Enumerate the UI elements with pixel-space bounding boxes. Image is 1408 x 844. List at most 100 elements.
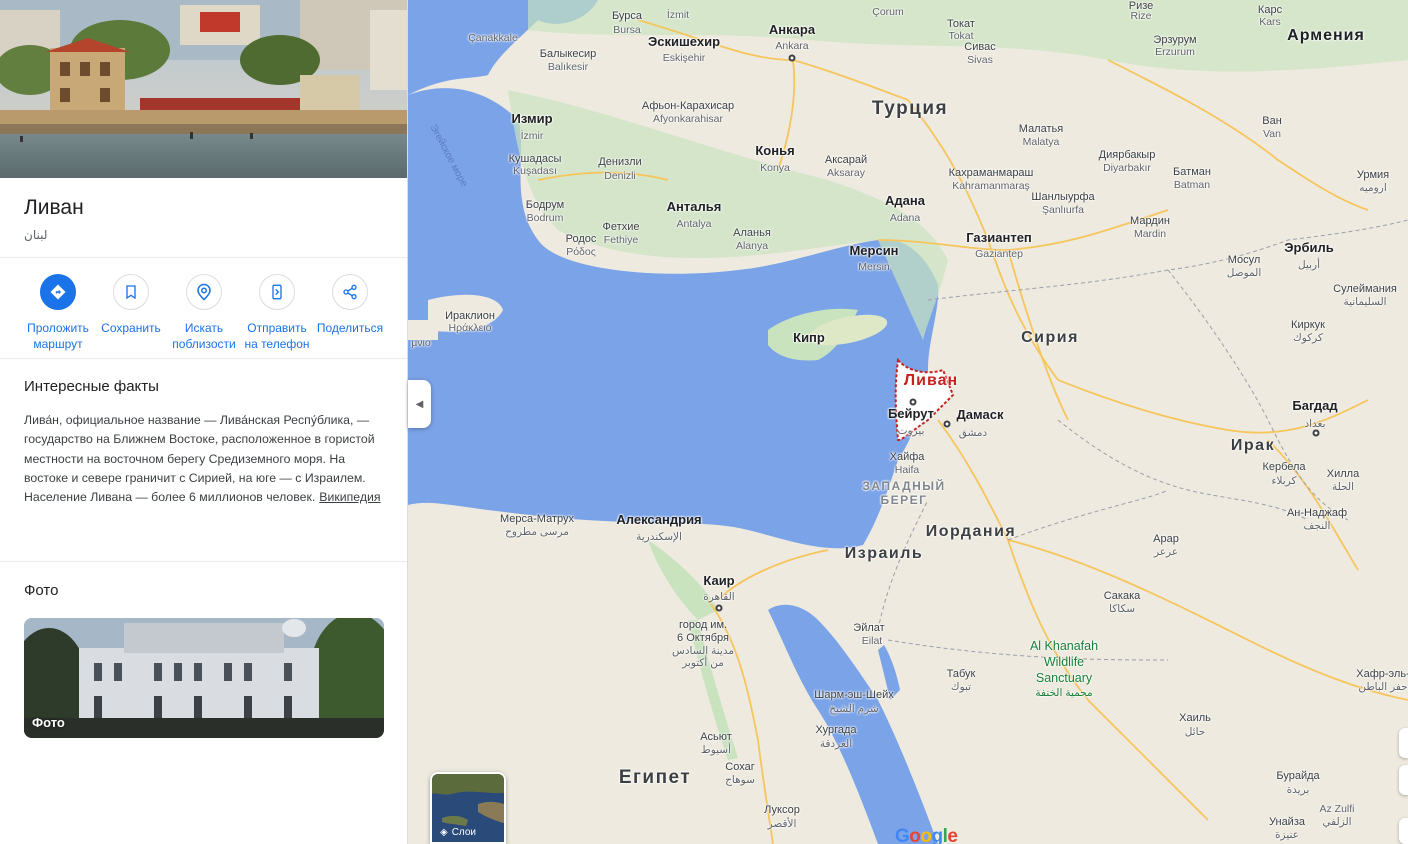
map-label-urmia: ارومیه	[1359, 182, 1387, 194]
map-label-afyon: Afyonkarahisar	[652, 113, 724, 125]
map-label-october-ar-2: من أكتوبر	[682, 657, 724, 669]
map-label-adana: Адана	[885, 193, 925, 208]
map-label-rize: Rize	[1130, 10, 1152, 22]
facts-section: Интересные факты Лива́н, официальное наз…	[0, 360, 407, 562]
save-button[interactable]: Сохранить	[94, 274, 168, 336]
map-label-bursa: Бурса	[611, 10, 643, 22]
layers-button[interactable]: ◈ Слои	[430, 772, 506, 844]
map-label-heraklion-ru: Ираклион	[445, 310, 495, 322]
directions-button[interactable]: Проложить маршрут	[21, 274, 95, 352]
map-label-mersin-en: Mersin	[858, 261, 890, 273]
map-label-eskisehir: Эскишехир	[647, 34, 721, 49]
map-label-unayzah: عنيزة	[1275, 829, 1299, 841]
map-label-sanliurfa-ru: Шанлыурфа	[1031, 191, 1095, 203]
map-label-haifa-ru: Хайфа	[889, 451, 925, 463]
nearby-button[interactable]: Искать поблизости	[167, 274, 241, 352]
map-label-diyarbakir-ru: Диярбакыр	[1098, 149, 1156, 161]
map-label-damascus: Дамаск	[956, 407, 1004, 422]
map-control-right-1[interactable]	[1399, 728, 1408, 758]
map-label-sanliurfa: Şanlıurfa	[1041, 204, 1085, 216]
map-label-eilat-ru: Эйлат	[853, 622, 885, 634]
map-label-park-2: Wildlife	[1043, 655, 1085, 669]
map-control-right-2[interactable]	[1399, 765, 1408, 795]
map-label-sohag-ru: Сохаг	[725, 761, 755, 773]
map-label-mosul-ru: Мосул	[1227, 254, 1261, 266]
map-label-alanya-ru: Аланья	[733, 227, 771, 239]
map-label-erbil-ar: أربيل	[1297, 259, 1321, 271]
map-label-bodrum: Bodrum	[526, 212, 564, 224]
photo-card[interactable]: Фото	[24, 618, 384, 738]
map-dot-damascus	[943, 420, 951, 428]
share-button[interactable]: Поделиться	[313, 274, 387, 336]
map-label-antalya-en: Antalya	[676, 218, 712, 230]
map-control-right-3[interactable]	[1399, 818, 1408, 844]
map-label-hafar-ru: Хафр-эль-	[1356, 668, 1408, 680]
place-subtitle: لبنان	[24, 228, 48, 242]
map-label-hafar: حفر الباطن	[1358, 681, 1408, 693]
map-label-balikesir-ru: Балыкесир	[539, 48, 597, 60]
map-label-tabuk-ru: Табук	[946, 668, 976, 680]
map-label-israel: Израиль	[844, 545, 924, 562]
map-label-van: Van	[1263, 128, 1281, 140]
map-label-malatya: Malatya	[1022, 136, 1060, 148]
map-label-luxor-ru: Луксор	[764, 804, 800, 816]
map-label-ankara-en: Ankara	[775, 40, 809, 52]
wikipedia-link[interactable]: Википедия	[319, 490, 380, 504]
directions-label: Проложить маршрут	[27, 321, 89, 351]
nearby-icon	[186, 274, 222, 310]
map-label-baghdad: Багдад	[1292, 398, 1338, 413]
map-label-damascus-ar: دمشق	[958, 427, 988, 439]
map-label-balikesir: Balıkesir	[547, 61, 589, 73]
map-label-konya-en: Konya	[760, 162, 790, 174]
action-bar: Проложить маршрут Сохранить Искать побли…	[0, 258, 407, 359]
map-label-alexandria-ar: الإسكندرية	[636, 531, 682, 543]
map-label-konya: Конья	[755, 143, 795, 158]
map-dot-ankara	[788, 54, 796, 62]
map-label-sakaka: سكاكا	[1109, 603, 1135, 615]
map-label-west-bank-1: ЗАПАДНЫЙ	[862, 479, 946, 493]
map-label-azzulfi-ar: الزلفي	[1322, 816, 1352, 828]
send-to-phone-button[interactable]: Отправить на телефон	[240, 274, 314, 352]
map-label-egypt: Египет	[618, 767, 692, 788]
hero-photo[interactable]	[0, 0, 407, 178]
map-dot-beirut	[909, 398, 917, 406]
share-icon	[332, 274, 368, 310]
map-label-gaziantep: Газиантеп	[966, 230, 1032, 245]
map-label-sharm-ru: Шарм-эш-Шейх	[814, 689, 894, 701]
map-label-eilat: Eilat	[861, 635, 883, 647]
map-label-aksaray-ru: Аксарай	[824, 154, 868, 166]
place-panel: Ливан لبنان Проложить маршрут Сохранить …	[0, 0, 408, 844]
map-canvas[interactable]: Бурса Bursa İzmit Эскишехир Eskişehir Ан…	[408, 0, 1408, 844]
map-label-park-3: Sanctuary	[1035, 671, 1093, 685]
map-label-hilla-ru: Хилла	[1326, 468, 1360, 480]
map-label-malatya-ru: Малатья	[1018, 123, 1064, 135]
map-label-antalya: Анталья	[666, 199, 722, 214]
map-label-sharm: شرم الشيخ	[829, 703, 879, 715]
map-label-bursa-en: Bursa	[613, 24, 641, 36]
map-label-october-ar-1: مدينة السادس	[672, 645, 734, 657]
layers-icon: ◈	[440, 827, 448, 838]
map-label-rhodes-ru: Родос	[565, 233, 597, 245]
map-label-kirkuk-ru: Киркук	[1291, 319, 1325, 331]
map-label-buraydah: بريدة	[1286, 784, 1310, 796]
map-label-armenia: Армения	[1287, 27, 1365, 44]
map-label-aksaray: Aksaray	[827, 167, 865, 179]
layers-text: Слои	[451, 827, 477, 838]
map-label-crete-partial: μνιο	[411, 337, 431, 349]
map-label-cairo: Каир	[703, 573, 735, 588]
facts-text: Лива́н, официальное название — Лива́нска…	[24, 411, 384, 507]
map-label-park-ar: محمية الخنفة	[1035, 687, 1093, 699]
map-label-kusadasi-ru: Кушадасы	[508, 153, 562, 165]
map-label-beirut-ar: بيروت	[897, 425, 925, 437]
map-label-hilla: الحلة	[1332, 481, 1354, 493]
collapse-panel-button[interactable]: ◀	[408, 380, 431, 428]
map-label-batman-ru: Батман	[1173, 166, 1211, 178]
map-label-lebanon: Ливан	[903, 372, 959, 389]
map-label-turkey: Турция	[871, 98, 949, 119]
map-label-hail: حائل	[1184, 726, 1206, 738]
map-label-beirut: Бейрут	[887, 406, 935, 421]
map-label-park-1: Al Khanafah	[1029, 639, 1099, 653]
map-label-iraq: Ирак	[1230, 437, 1276, 454]
place-title: Ливан	[24, 196, 84, 219]
map-label-bodrum-ru: Бодрум	[525, 199, 565, 211]
